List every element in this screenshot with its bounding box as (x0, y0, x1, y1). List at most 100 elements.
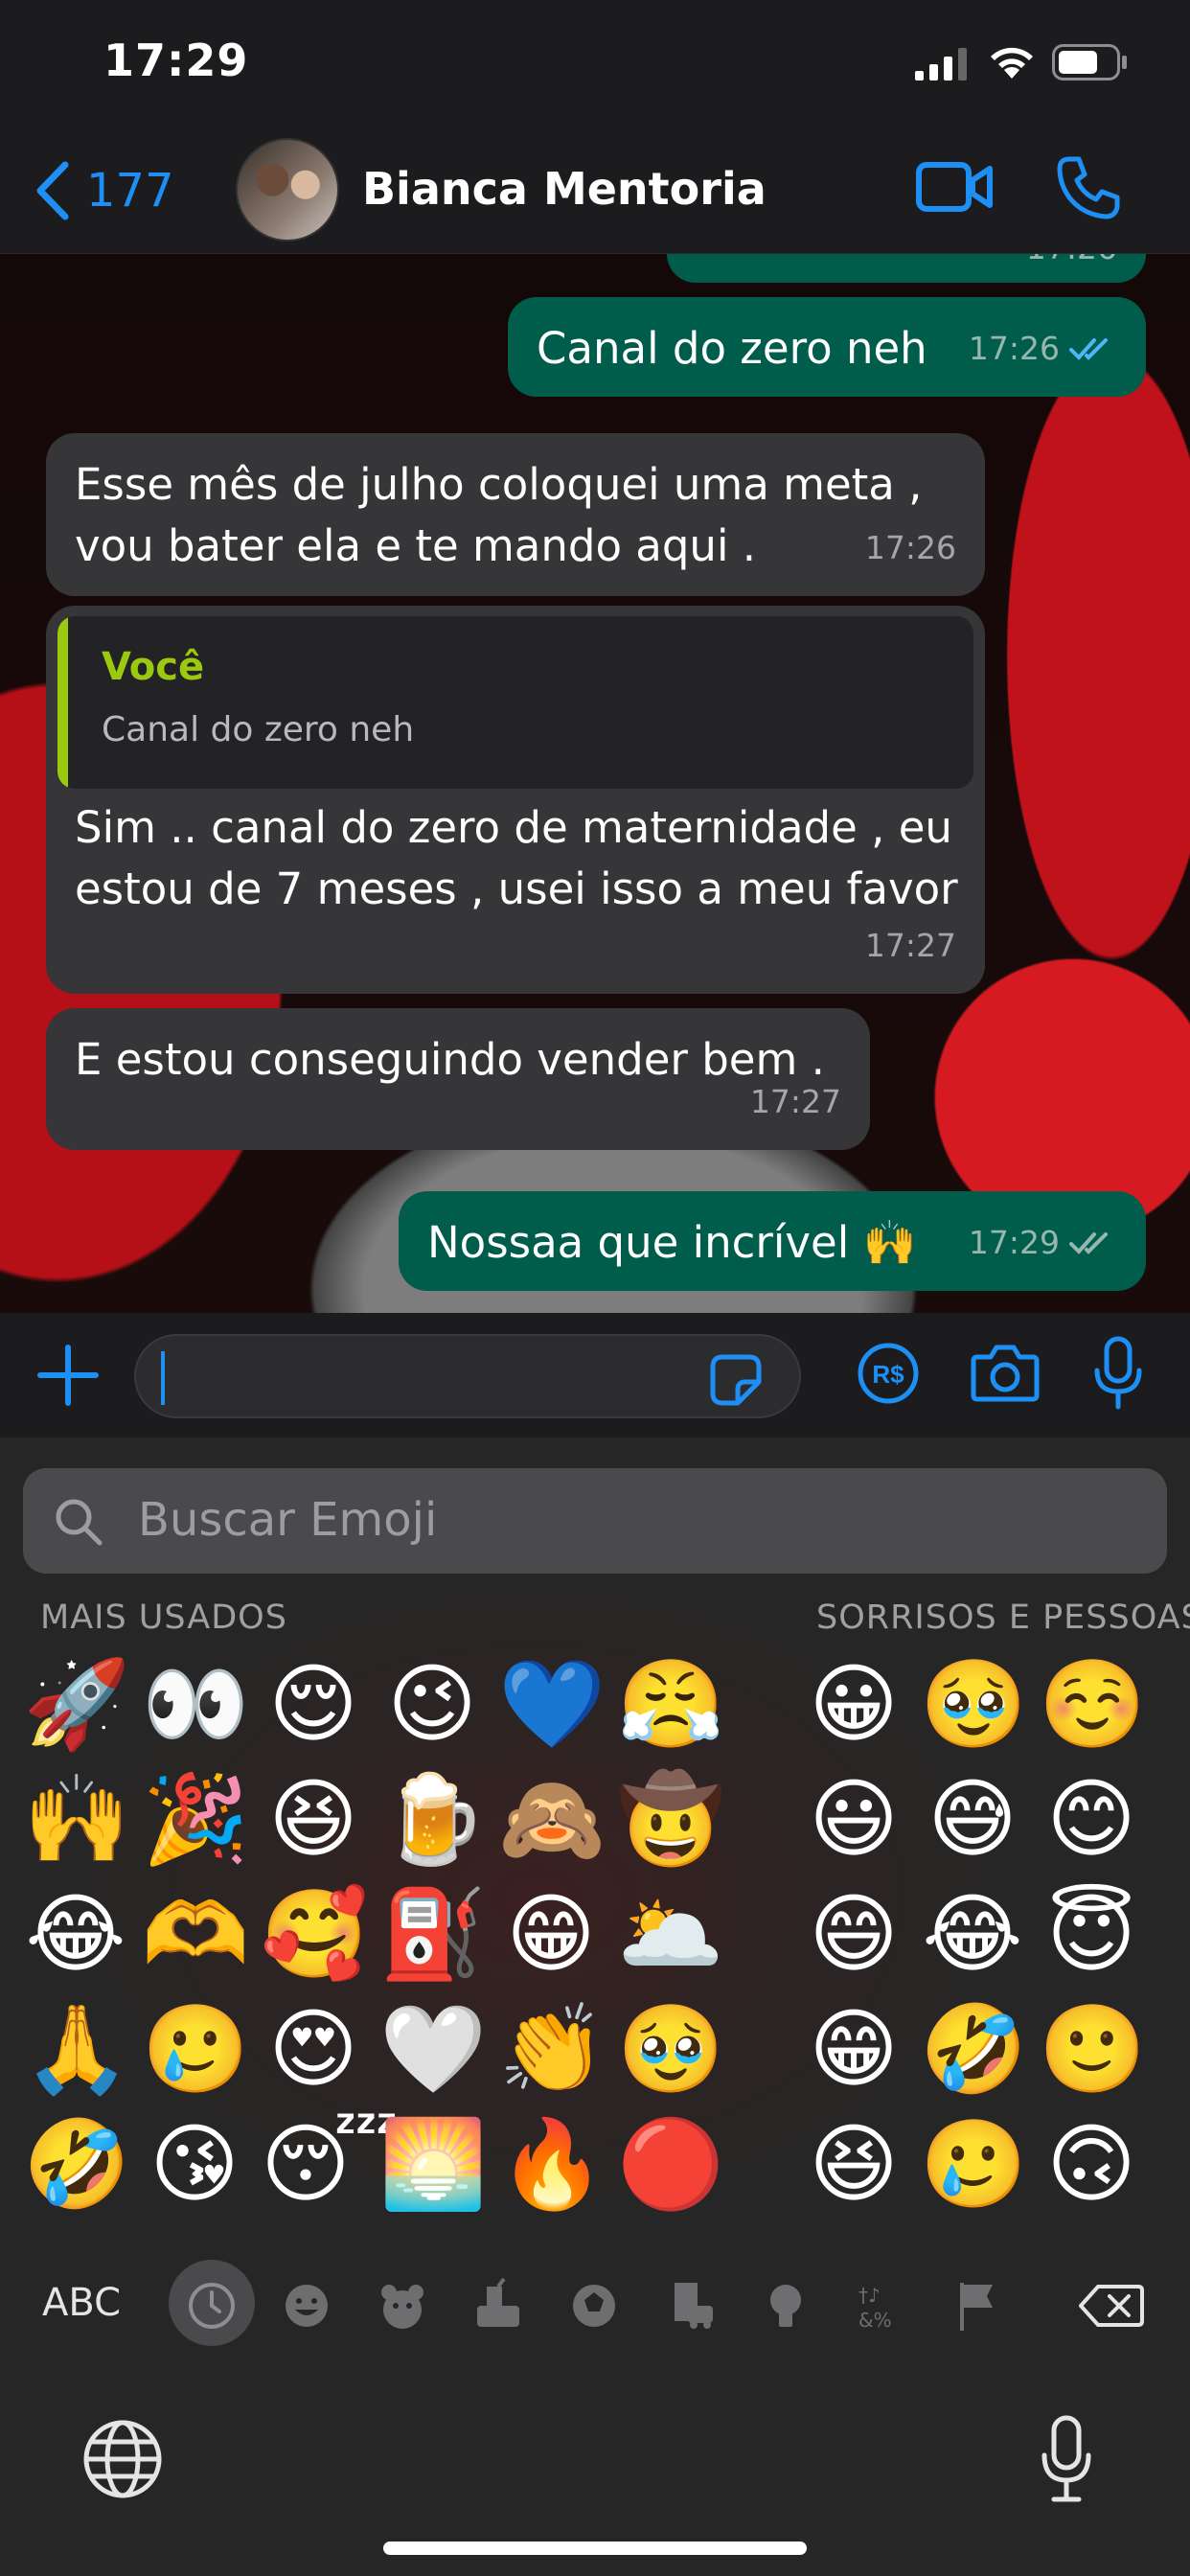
emoji-key[interactable]: 🙂 (1039, 1997, 1146, 2103)
emoji-keyboard: Buscar Emoji MAIS USADOS SORRISOS E PESS… (0, 1438, 1190, 2576)
emoji-key[interactable]: 😌 (261, 1652, 366, 1758)
message-outgoing[interactable]: Canal do zero neh 17:26 (508, 297, 1146, 397)
message-list[interactable]: 17:26 Canal do zero neh 17:26 Esse mês d… (0, 254, 1190, 1313)
emoji-key[interactable]: 😅 (920, 1767, 1025, 1873)
video-call-icon[interactable] (915, 157, 994, 217)
section-frequently-used: MAIS USADOS (40, 1598, 287, 1637)
emoji-key[interactable]: 🙃 (1039, 2112, 1144, 2218)
message-meta: 17:26 (969, 318, 1117, 380)
emoji-key[interactable]: ⛽ (379, 1882, 487, 1988)
symbols-category-icon[interactable]: †♪ &% (853, 2277, 910, 2334)
emoji-key[interactable]: 😉 (379, 1652, 485, 1758)
emoji-key[interactable]: 🥹 (920, 1652, 1027, 1758)
emoji-key[interactable]: 🤣 (920, 1997, 1027, 2103)
message-outgoing[interactable]: 17:26 (667, 254, 1146, 283)
read-receipt-icon (1069, 338, 1108, 360)
activity-category-icon[interactable] (565, 2277, 623, 2334)
emoji-key[interactable]: 🥲 (142, 1997, 249, 2103)
message-incoming[interactable]: E estou conseguindo vender bem . 17:27 (46, 1008, 870, 1150)
food-category-icon[interactable] (469, 2277, 527, 2334)
emoji-key[interactable]: 😁 (801, 1997, 906, 2103)
emoji-key[interactable]: 🙌 (23, 1767, 130, 1873)
emoji-key[interactable]: 😇 (1039, 1882, 1144, 1988)
home-indicator[interactable] (383, 2542, 807, 2555)
emoji-key[interactable]: 😍 (261, 1997, 366, 2103)
message-input[interactable] (134, 1334, 801, 1418)
contact-name[interactable]: Bianca Mentoria (362, 163, 767, 215)
flag-category-icon[interactable] (949, 2277, 1006, 2334)
emoji-key[interactable]: 🤠 (617, 1767, 724, 1873)
emoji-key[interactable]: 😄 (801, 1882, 906, 1988)
section-smileys-people: SORRISOS E PESSOAS (816, 1598, 1190, 1637)
emoji-key[interactable]: 🚀 (23, 1652, 130, 1758)
svg-text:†♪: †♪ (858, 2284, 881, 2307)
emoji-key[interactable]: 👀 (142, 1652, 249, 1758)
message-text: vou bater ela e te mando aqui . (75, 520, 757, 571)
emoji-key[interactable]: 😂 (23, 1882, 128, 1988)
dictation-microphone-icon[interactable] (1041, 2415, 1092, 2503)
text-caret (161, 1351, 165, 1405)
emoji-key[interactable]: 🫶 (142, 1882, 249, 1988)
message-meta: 17:29 (969, 1212, 1117, 1274)
emoji-key[interactable]: 🔴 (617, 2112, 724, 2218)
camera-icon[interactable] (970, 1342, 1041, 1405)
clock-icon[interactable] (183, 2277, 240, 2334)
message-incoming[interactable]: Esse mês de julho coloquei uma meta , vo… (46, 433, 985, 596)
emoji-key[interactable]: 🍺 (379, 1767, 487, 1873)
emoji-key[interactable]: 😆 (261, 1767, 366, 1873)
animal-category-icon[interactable] (374, 2277, 431, 2334)
smiley-category-icon[interactable] (278, 2277, 335, 2334)
lightbulb-category-icon[interactable] (757, 2277, 814, 2334)
voice-call-icon[interactable] (1054, 153, 1123, 222)
emoji-key[interactable]: 🤍 (379, 1997, 487, 2103)
emoji-key[interactable]: 💙 (498, 1652, 606, 1758)
wifi-icon (991, 47, 1033, 79)
emoji-key[interactable]: 😊 (1039, 1767, 1144, 1873)
emoji-key[interactable]: 👏 (498, 1997, 606, 2103)
emoji-key[interactable]: 🤣 (23, 2112, 130, 2218)
emoji-key[interactable]: 🌥️ (617, 1882, 724, 1988)
payment-icon[interactable]: R$ (857, 1342, 920, 1405)
message-text: Sim .. canal do zero de maternidade , eu (75, 802, 952, 853)
message-outgoing[interactable]: Nossaa que incrível 🙌 17:29 (399, 1191, 1146, 1291)
emoji-key[interactable]: 😁 (498, 1882, 604, 1988)
emoji-key[interactable]: ☺️ (1039, 1652, 1146, 1758)
emoji-key[interactable]: 🙏 (23, 1997, 130, 2103)
plus-icon[interactable] (36, 1344, 100, 1407)
emoji-search-field[interactable]: Buscar Emoji (23, 1468, 1167, 1574)
emoji-key[interactable]: 🥲 (920, 2112, 1027, 2218)
unread-count: 177 (86, 164, 174, 218)
emoji-key[interactable]: 😘 (142, 2112, 247, 2218)
travel-category-icon[interactable] (661, 2277, 719, 2334)
emoji-key[interactable]: 🥹 (617, 1997, 724, 2103)
emoji-key[interactable]: 😃 (801, 1767, 906, 1873)
back-button[interactable]: 177 (34, 161, 174, 220)
emoji-key[interactable]: 😤 (617, 1652, 724, 1758)
sticker-icon[interactable] (709, 1353, 763, 1407)
microphone-icon[interactable] (1092, 1336, 1144, 1411)
emoji-key[interactable]: 🌅 (379, 2112, 487, 2218)
delivered-receipt-icon (1069, 1232, 1108, 1254)
emoji-key[interactable]: 😀 (801, 1652, 906, 1758)
emoji-key[interactable]: 🙈 (498, 1767, 606, 1873)
composer-bar: R$ (0, 1313, 1190, 1438)
cellular-signal-icon (915, 48, 967, 80)
message-text: Esse mês de julho coloquei uma meta , (75, 459, 923, 510)
emoji-key[interactable]: 😂 (920, 1882, 1025, 1988)
emoji-key[interactable]: 😆 (801, 2112, 906, 2218)
abc-button[interactable]: ABC (42, 2281, 121, 2325)
message-meta: 17:27 (749, 1083, 841, 1120)
chevron-left-icon (36, 161, 69, 220)
quote-bar (57, 616, 68, 789)
message-meta: 17:27 (864, 927, 956, 964)
emoji-key[interactable]: 🔥 (498, 2112, 606, 2218)
message-meta: 17:26 (864, 529, 956, 566)
emoji-key[interactable]: 🎉 (142, 1767, 249, 1873)
emoji-key[interactable]: 🥰 (261, 1882, 368, 1988)
backspace-icon[interactable] (1077, 2277, 1146, 2334)
quoted-message[interactable]: Você Canal do zero neh (57, 616, 973, 789)
contact-avatar[interactable] (236, 138, 339, 242)
svg-text:&%: &% (858, 2309, 892, 2332)
emoji-key[interactable]: 😴 (261, 2112, 399, 2218)
globe-icon[interactable] (82, 2419, 163, 2499)
